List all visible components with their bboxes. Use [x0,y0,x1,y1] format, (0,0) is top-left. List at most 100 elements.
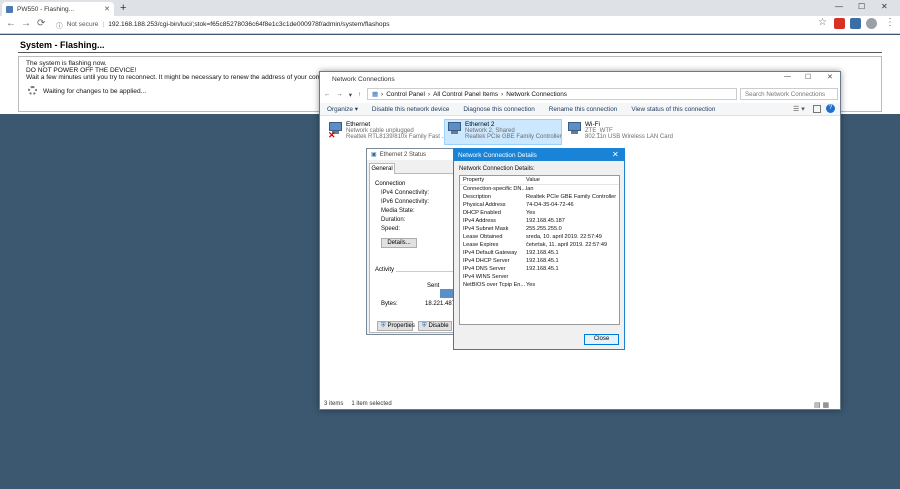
close-window-button[interactable]: ✕ [881,2,888,11]
bookmark-star-icon[interactable]: ☆ [818,16,827,30]
disable-button[interactable]: ⛨ Disable [418,321,452,331]
connection-ethernet-2[interactable]: Ethernet 2 Network 2, Shared Realtek PCI… [447,121,562,140]
detail-value: četvrtak, 11. april 2019. 22:57:49 [526,242,608,248]
detail-value: 255.255.255.0 [526,226,562,232]
detail-value: 192.168.45.1 [526,250,559,256]
rename-button[interactable]: Rename this connection [542,106,625,113]
detail-property: IPv4 Default Gateway [463,250,518,256]
detail-value: Yes [526,210,536,216]
bytes-sent-value: 18.221.487 [425,301,456,307]
detail-property: IPv4 WINS Server [463,274,509,280]
close-button[interactable]: ✕ [827,73,833,81]
connection-ethernet[interactable]: ✕ Ethernet Network cable unplugged Realt… [328,121,447,140]
activity-heading: Activity [375,267,395,273]
security-indicator: Not secure [66,21,99,28]
extension-icon[interactable] [834,18,845,29]
media-state-label: Media State: [381,208,415,214]
properties-button[interactable]: ⛨ Properties [377,321,415,331]
address-bar[interactable]: ⓘ Not secure | 192.168.188.253/cgi-bin/l… [56,18,846,31]
tab-title: PW550 - Flashing... [17,5,75,13]
maximize-button[interactable]: ☐ [805,73,811,81]
favicon-icon [6,5,13,13]
item-count: 3 items [324,401,344,407]
connection-heading: Connection [375,181,406,187]
waiting-message: Waiting for changes to be applied... [43,88,147,95]
detail-value: Realtek PCIe GBE Family Controller [526,194,617,200]
spinner-icon [28,86,37,95]
profile-avatar-icon[interactable] [866,18,877,29]
connection-wifi[interactable]: Wi-Fi ZTE_WTF 802.11n USB Wireless LAN C… [567,121,673,140]
breadcrumb-network-connections[interactable]: Network Connections [506,91,567,98]
info-icon[interactable]: ⓘ [56,20,63,30]
status-bar: 3 items 1 item selected [324,401,392,407]
diagnose-button[interactable]: Diagnose this connection [456,106,541,113]
breadcrumb-all-items[interactable]: All Control Panel Items [433,91,498,98]
browser-tab[interactable]: PW550 - Flashing... ✕ [2,2,114,16]
page-title: System - Flashing... [20,40,105,50]
sent-label: Sent [427,283,440,289]
detail-value: 192.168.45.1 [526,266,559,272]
reconnect-message: Wait a few minutes until you try to reco… [26,74,329,81]
view-toggle-icon[interactable]: ▤ ▦ [814,401,829,409]
divider [18,52,882,53]
detail-value: lan [526,186,534,192]
organize-button[interactable]: Organize ▾ [320,105,365,113]
detail-property: IPv4 Subnet Mask [463,226,509,232]
view-options-icon[interactable]: ☰ ▾ [793,105,805,113]
explorer-address-bar[interactable]: ▦ › Control Panel › All Control Panel It… [367,88,737,100]
search-input[interactable]: Search Network Connections [740,88,838,100]
detail-property: Physical Address [463,202,506,208]
detail-value: 192.168.45.1 [526,258,559,264]
divider [460,184,619,185]
detail-value: sreda, 10. april 2019. 22:57:49 [526,234,602,240]
detail-property: Connection-specific DN... [463,186,527,192]
recent-dropdown-icon[interactable]: ▾ [349,91,352,99]
detail-property: NetBIOS over Tcpip En... [463,282,526,288]
close-icon[interactable]: ✕ [612,149,619,161]
detail-property: IPv4 Address [463,218,496,224]
breadcrumb-control-panel[interactable]: Control Panel [386,91,425,98]
close-button[interactable]: Close [584,334,619,345]
detail-value: Yes [526,282,536,288]
ipv6-connectivity-label: IPv6 Connectivity: [381,199,430,205]
reload-button[interactable]: ⟳ [37,17,45,31]
details-button[interactable]: Details... [381,238,417,248]
shield-icon: ⛨ [422,322,427,329]
bytes-label: Bytes: [381,301,398,307]
minimize-button[interactable]: — [835,2,843,11]
menu-button[interactable]: ⋮ [885,16,895,30]
tab-close-icon[interactable]: ✕ [104,5,110,13]
control-panel-icon: ▦ [372,91,379,98]
disable-device-button[interactable]: Disable this network device [365,106,456,113]
back-button[interactable]: ← [6,17,16,31]
new-tab-button[interactable]: + [120,2,126,14]
column-header-property[interactable]: Property [463,177,484,183]
detail-property: DHCP Enabled [463,210,501,216]
duration-label: Duration: [381,217,406,223]
forward-button[interactable]: → [21,17,31,31]
up-button[interactable]: ↑ [358,91,361,98]
extension-icon[interactable] [850,18,861,29]
detail-property: Lease Expires [463,242,499,248]
view-status-button[interactable]: View status of this connection [624,106,722,113]
minimize-button[interactable]: — [784,73,791,80]
ipv4-connectivity-label: IPv4 Connectivity: [381,190,430,196]
command-bar: Organize ▾ Disable this network device D… [320,103,840,116]
back-button[interactable]: ← [324,91,330,98]
tab-general[interactable]: General [369,163,395,174]
preview-pane-icon[interactable] [813,105,821,113]
general-panel [369,173,463,333]
column-header-value[interactable]: Value [526,177,540,183]
maximize-button[interactable]: ☐ [858,2,865,11]
forward-button[interactable]: → [336,91,342,98]
window-title: Network Connections [320,72,840,86]
detail-property: Description [463,194,491,200]
details-label: Network Connection Details: [459,166,535,172]
tab-strip [0,0,900,16]
wifi-adapter-icon [567,121,582,135]
detail-property: IPv4 DNS Server [463,266,506,272]
speed-label: Speed: [381,226,401,232]
help-icon[interactable]: ? [826,104,835,113]
detail-property: Lease Obtained [463,234,503,240]
network-adapter-icon [447,121,462,135]
